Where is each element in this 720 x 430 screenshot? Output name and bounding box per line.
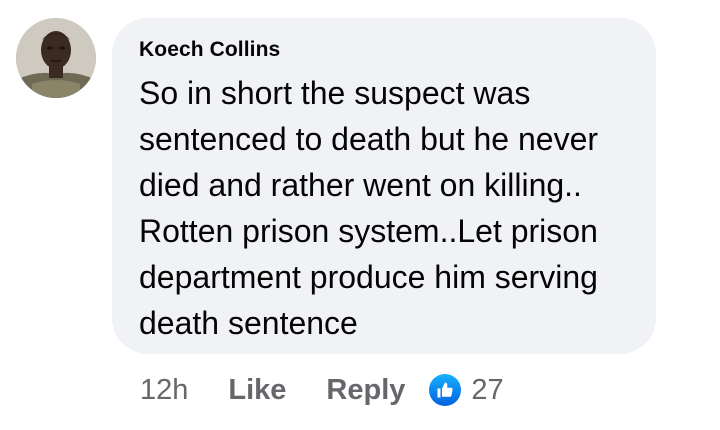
thumbs-up-icon — [429, 374, 462, 406]
avatar[interactable] — [16, 18, 96, 98]
comment-text: So in short the suspect was sentenced to… — [139, 75, 599, 341]
user-avatar-image — [16, 18, 96, 98]
comment-bubble: Koech Collins So in short the suspect wa… — [112, 18, 656, 354]
comment-author[interactable]: Koech Collins — [139, 38, 280, 62]
comment-actions: 12h Like Reply 27 — [140, 368, 504, 412]
reply-button[interactable]: Reply — [326, 374, 405, 407]
reaction-summary[interactable]: 27 — [429, 373, 504, 407]
comment-timestamp[interactable]: 12h — [140, 374, 188, 407]
like-button[interactable]: Like — [228, 374, 286, 407]
reaction-count: 27 — [471, 373, 504, 406]
